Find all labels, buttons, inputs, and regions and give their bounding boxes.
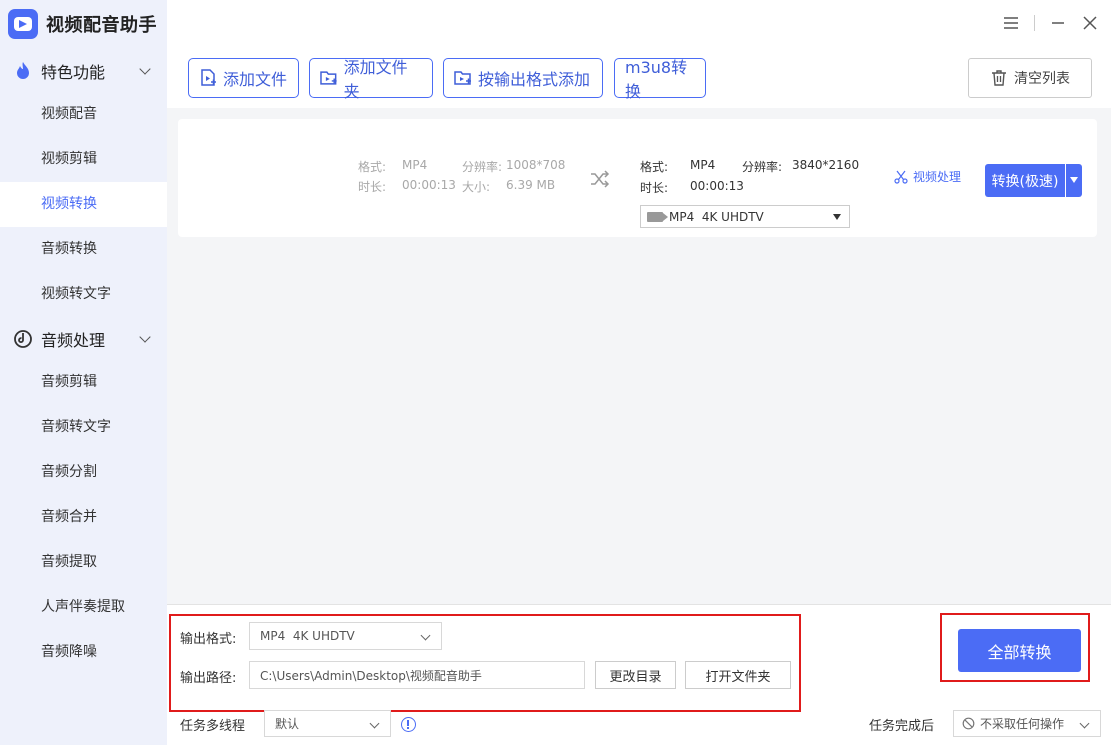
source-resolution-label: 分辨率: (462, 160, 503, 174)
sidebar-item-video-editing[interactable]: 视频剪辑 (0, 137, 167, 182)
audio-disc-icon (14, 330, 32, 348)
multithread-value: 默认 (275, 717, 300, 731)
add-folder-button[interactable]: 添加文件夹 (309, 58, 433, 101)
sidebar-item-audio-denoise[interactable]: 音频降噪 (0, 630, 167, 675)
video-camera-icon (647, 211, 668, 222)
source-duration-label: 时长: (358, 180, 387, 194)
shuffle-icon (591, 170, 610, 188)
clear-list-label: 清空列表 (1014, 71, 1070, 87)
m3u8-convert-button[interactable]: m3u8转换 (614, 58, 706, 101)
target-resolution-value: 3840*2160 (792, 158, 860, 172)
app-brand: 视频配音助手 (8, 8, 157, 40)
source-size-value: 6.39 MB (506, 178, 556, 192)
section-audio[interactable]: 音频处理 (0, 321, 167, 357)
convert-all-button[interactable]: 全部转换 (958, 629, 1081, 672)
add-by-format-label: 按输出格式添加 (478, 70, 591, 89)
sidebar-item-audio-to-text[interactable]: 音频转文字 (0, 405, 167, 450)
clear-list-button[interactable]: 清空列表 (968, 58, 1092, 98)
target-duration-label: 时长: (640, 181, 669, 195)
sidebar-item-audio-convert[interactable]: 音频转换 (0, 227, 167, 272)
sidebar-item-video-to-text[interactable]: 视频转文字 (0, 272, 167, 317)
sidebar-item-audio-split[interactable]: 音频分割 (0, 450, 167, 495)
multithread-label: 任务多线程 (180, 719, 246, 734)
target-format-value: MP4 (690, 158, 716, 172)
output-path-label: 输出路径: (180, 671, 237, 686)
add-by-format-button[interactable]: 按输出格式添加 (443, 58, 603, 98)
sidebar-item-audio-editing[interactable]: 音频剪辑 (0, 360, 167, 405)
add-file-button[interactable]: 添加文件 (188, 58, 299, 98)
section-featured-label: 特色功能 (41, 63, 106, 82)
caret-down-icon (833, 214, 841, 220)
after-done-select[interactable]: 不采取任何操作 (953, 710, 1101, 737)
info-icon[interactable] (401, 717, 416, 732)
source-duration-value: 00:00:13 (402, 178, 456, 192)
sidebar-item-audio-merge[interactable]: 音频合并 (0, 495, 167, 540)
sidebar: 视频配音助手 特色功能 视频配音 视频剪辑 视频转换 音频转换 视频转文字 音频… (0, 0, 167, 745)
output-format-select[interactable]: MP4 4K UHDTV (249, 622, 442, 650)
section-audio-label: 音频处理 (41, 331, 106, 350)
open-folder-button[interactable]: 打开文件夹 (685, 661, 791, 689)
output-path-input[interactable]: C:\Users\Admin\Desktop\视频配音助手 (249, 661, 585, 689)
sidebar-item-video-convert[interactable]: 视频转换 (0, 182, 167, 227)
source-resolution-value: 1008*708 (506, 158, 566, 172)
file-item: 格式: MP4 分辨率: 1008*708 时长: 00:00:13 大小: 6… (178, 119, 1097, 237)
target-duration-value: 00:00:13 (690, 179, 744, 193)
convert-fast-button[interactable]: 转换(极速) (985, 164, 1065, 197)
sidebar-item-video-dubbing[interactable]: 视频配音 (0, 92, 167, 137)
target-resolution-label: 分辨率: (742, 160, 783, 174)
source-size-label: 大小: (462, 180, 491, 194)
sidebar-item-audio-extract[interactable]: 音频提取 (0, 540, 167, 585)
convert-options-dropdown[interactable] (1066, 164, 1082, 197)
file-list-area: 格式: MP4 分辨率: 1008*708 时长: 00:00:13 大小: 6… (167, 108, 1111, 604)
add-folder-label: 添加文件夹 (343, 58, 408, 101)
output-format-label: 输出格式: (180, 632, 237, 647)
chevron-down-icon (1079, 718, 1090, 729)
sidebar-item-vocal-separate[interactable]: 人声伴奏提取 (0, 585, 167, 630)
app-logo-icon (8, 9, 38, 39)
forbidden-icon (962, 717, 975, 730)
menu-icon[interactable] (998, 10, 1024, 36)
source-format-label: 格式: (358, 160, 387, 174)
target-format-label: 格式: (640, 160, 669, 174)
minimize-icon[interactable] (1045, 10, 1071, 36)
video-process-label: 视频处理 (913, 170, 962, 184)
add-by-format-icon (454, 71, 471, 85)
multithread-select[interactable]: 默认 (264, 710, 391, 737)
source-format-value: MP4 (402, 158, 428, 172)
add-file-label: 添加文件 (223, 70, 288, 89)
output-path-value: C:\Users\Admin\Desktop\视频配音助手 (260, 668, 482, 683)
trash-icon (992, 70, 1006, 86)
chevron-down-icon (420, 630, 431, 641)
close-icon[interactable] (1077, 10, 1103, 36)
target-preset-value: MP4 4K UHDTV (669, 209, 764, 224)
change-directory-button[interactable]: 更改目录 (595, 661, 676, 689)
section-featured[interactable]: 特色功能 (0, 53, 167, 89)
scissors-icon (894, 170, 908, 184)
chevron-down-icon (139, 331, 151, 343)
flame-icon (17, 62, 29, 79)
chevron-down-icon (139, 63, 151, 75)
add-file-icon (201, 69, 216, 86)
target-preset-select[interactable]: MP4 4K UHDTV (640, 205, 850, 228)
m3u8-convert-label: m3u8转换 (625, 58, 688, 101)
add-folder-icon (320, 71, 337, 85)
after-done-label: 任务完成后 (869, 719, 935, 734)
output-format-value: MP4 4K UHDTV (260, 629, 355, 643)
chevron-down-icon (369, 718, 380, 729)
video-process-link[interactable]: 视频处理 (894, 168, 961, 185)
app-title: 视频配音助手 (46, 15, 157, 36)
after-done-value: 不采取任何操作 (980, 717, 1065, 731)
divider (1034, 15, 1035, 31)
